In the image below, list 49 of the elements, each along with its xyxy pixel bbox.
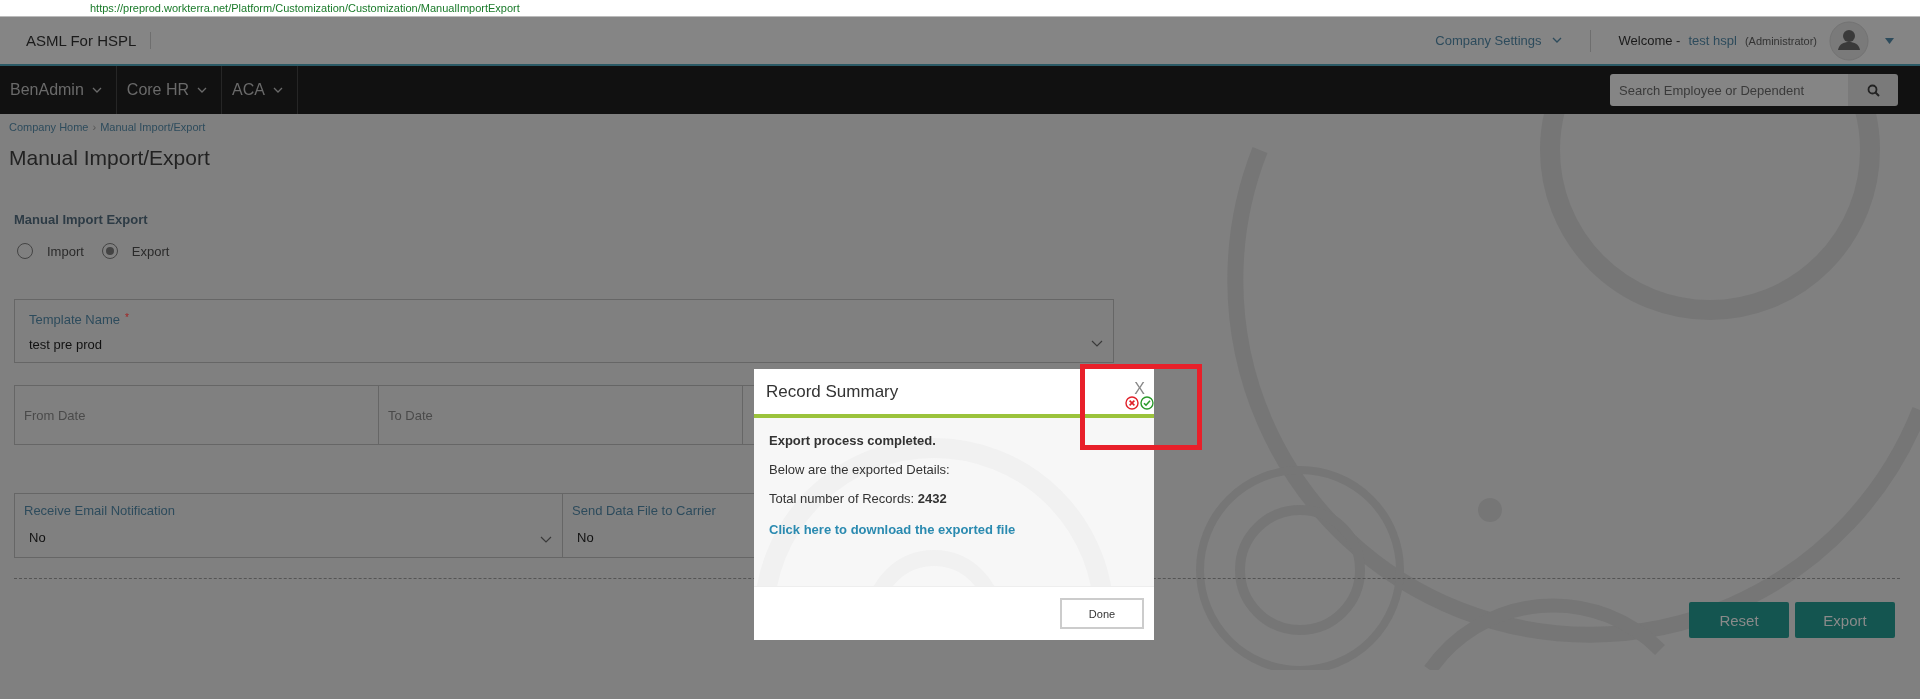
chevron-down-icon — [197, 86, 208, 94]
brand-name: ASML For HSPL — [26, 32, 152, 49]
close-button[interactable]: X — [1134, 381, 1145, 396]
search-button[interactable] — [1848, 74, 1898, 106]
chevron-down-icon — [1091, 340, 1103, 348]
breadcrumb-separator: › — [92, 121, 97, 135]
user-role: (Administrator) — [1744, 34, 1817, 47]
avatar-icon[interactable] — [1829, 20, 1869, 61]
breadcrumb-link[interactable]: Manual Import/Export — [100, 121, 206, 135]
download-link[interactable]: Click here to download the exported file — [769, 522, 1016, 537]
field-label: Send Data File to Carrier — [572, 503, 717, 518]
dropdown-field[interactable]: Receive Email Notification No — [15, 494, 563, 557]
chevron-down-icon — [1551, 37, 1562, 44]
field-value: No — [576, 530, 594, 545]
search-icon — [1866, 83, 1880, 97]
nav-menu-item[interactable]: Core HR — [116, 66, 223, 114]
caret-down-icon[interactable] — [1885, 37, 1894, 44]
section-label: Manual Import Export — [14, 212, 149, 227]
nav-menu-item[interactable]: BenAdmin — [0, 66, 117, 114]
template-dropdown[interactable]: Template Name * test pre prod — [14, 299, 1114, 363]
field-value: No — [28, 530, 46, 545]
radio-label: Import — [47, 243, 84, 259]
field-label: Receive Email Notification — [24, 503, 176, 518]
search-field[interactable]: Search Employee or Dependent — [1610, 74, 1848, 106]
action-button[interactable]: Reset — [1689, 602, 1789, 638]
address-bar[interactable]: https://preprod.workterra.net/Platform/Customization/Customization/ManualImportExport — [0, 0, 1920, 17]
radio-label: Export — [131, 243, 170, 259]
chevron-down-icon — [540, 536, 552, 544]
page-title: Manual Import/Export — [9, 146, 211, 170]
welcome-text: Welcome - — [1618, 33, 1681, 48]
required-mark: * — [125, 312, 129, 325]
chevron-down-icon — [91, 86, 102, 94]
radio-option[interactable]: Import — [17, 243, 84, 259]
action-button[interactable]: Export — [1795, 602, 1895, 638]
dialog-title: Record Summary — [766, 381, 899, 402]
nav-menu-item[interactable]: ACA — [222, 66, 298, 114]
radio-option[interactable]: Export — [101, 243, 170, 259]
field-label: Template Name — [29, 312, 121, 327]
breadcrumb-link[interactable]: Company Home — [9, 121, 89, 135]
details-text: Below are the exported Details: — [769, 462, 951, 477]
done-button[interactable]: Done — [1060, 598, 1144, 629]
status-message: Export process completed. — [769, 433, 937, 448]
records-count: Total number of Records: 2432 — [769, 491, 948, 506]
check-circle-icon[interactable] — [1140, 395, 1154, 410]
user-link[interactable]: test hspl — [1688, 33, 1737, 48]
chevron-down-icon — [272, 86, 283, 94]
company-settings-menu[interactable]: Company Settings — [1435, 33, 1562, 48]
field-value: test pre prod — [29, 337, 102, 352]
cancel-circle-icon[interactable] — [1125, 395, 1139, 410]
